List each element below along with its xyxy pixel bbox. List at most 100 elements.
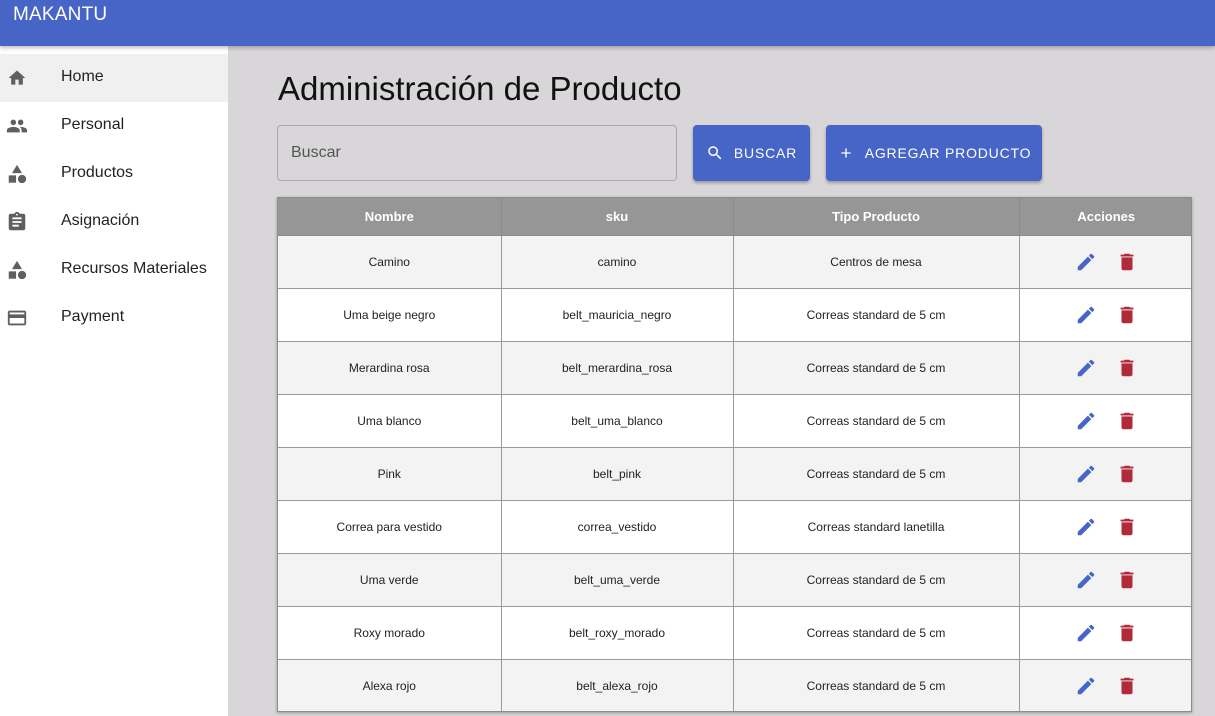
sidebar-item-payment[interactable]: Payment [0,294,228,342]
sidebar-item-label: Recursos Materiales [61,260,207,277]
delete-icon[interactable] [1116,410,1138,432]
cell-nombre: Uma beige negro [278,288,502,342]
cell-sku: belt_uma_verde [501,553,734,607]
add-product-button[interactable]: AGREGAR PRODUCTO [826,125,1042,181]
app-brand: MAKANTU [13,4,108,25]
table-body: Camino camino Centros de mesa Uma beige neg… [278,235,1192,711]
table-row: Pink belt_pink Correas standard de 5 cm [278,447,1192,501]
edit-icon[interactable] [1075,410,1097,432]
column-header-tipo-producto[interactable]: Tipo Producto [733,198,1020,236]
sidebar-item-label: Payment [61,308,125,325]
delete-icon[interactable] [1116,463,1138,485]
app-bar: MAKANTU [0,0,1215,46]
row-actions [1020,675,1192,697]
table-row: Merardina rosa belt_merardina_rosa Correas… [278,341,1192,395]
sidebar-item-productos[interactable]: Productos [0,150,228,198]
cell-tipo-producto: Correas standard de 5 cm [733,659,1020,711]
sidebar-item-home[interactable]: Home [0,54,228,102]
products-table: Nombre sku Tipo Producto Acciones Camino… [277,197,1192,712]
home-icon [6,67,28,89]
table-row: Camino camino Centros de mesa [278,235,1191,289]
table-row: Alexa rojo belt_alexa_rojo Correas standar… [278,659,1192,711]
edit-icon[interactable] [1075,357,1097,379]
cell-tipo-producto: Correas standard de 5 cm [733,606,1020,660]
cell-acciones [1019,606,1192,660]
cell-sku: belt_roxy_morado [501,606,734,660]
cell-tipo-producto: Correas standard de 5 cm [733,447,1020,501]
search-icon [706,144,724,162]
delete-icon[interactable] [1116,251,1138,273]
cell-acciones [1019,394,1192,448]
delete-icon[interactable] [1116,622,1138,644]
table-row: Roxy morado belt_roxy_morado Correas stand… [278,606,1192,660]
sidebar: Home Personal Productos Asignación Recur… [0,46,228,716]
cell-tipo-producto: Correas standard lanetilla [733,500,1020,554]
delete-icon[interactable] [1116,675,1138,697]
cell-sku: belt_pink [501,447,734,501]
cell-nombre: Merardina rosa [278,341,502,395]
row-actions [1020,516,1192,538]
cell-sku: correa_vestido [501,500,734,554]
search-field[interactable] [277,125,677,181]
delete-icon[interactable] [1116,516,1138,538]
category-icon [6,163,28,185]
cell-nombre: Correa para vestido [278,500,502,554]
assignment-icon [6,211,28,233]
table-row: Uma verde belt_uma_verde Correas standard … [278,553,1192,607]
cell-sku: belt_mauricia_negro [501,288,734,342]
row-actions [1020,622,1192,644]
search-input[interactable] [278,126,676,180]
cell-acciones [1019,447,1192,501]
cell-acciones [1019,553,1192,607]
row-actions [1020,410,1192,432]
row-actions [1020,569,1192,591]
edit-icon[interactable] [1075,675,1097,697]
search-button[interactable]: BUSCAR [693,125,810,181]
cell-nombre: Pink [278,447,502,501]
cell-nombre: Uma blanco [278,394,502,448]
search-button-label: BUSCAR [733,145,798,161]
sidebar-item-personal[interactable]: Personal [0,102,228,150]
delete-icon[interactable] [1116,304,1138,326]
cell-tipo-producto: Centros de mesa [733,235,1020,289]
column-header-sku[interactable]: sku [501,198,734,236]
edit-icon[interactable] [1075,622,1097,644]
cell-nombre: Uma verde [278,553,502,607]
sidebar-item-label: Home [61,68,104,85]
cell-sku: belt_merardina_rosa [501,341,734,395]
edit-icon[interactable] [1075,516,1097,538]
column-header-acciones: Acciones [1019,198,1191,236]
table-header-row: Nombre sku Tipo Producto Acciones [278,198,1191,236]
edit-icon[interactable] [1075,304,1097,326]
row-actions [1020,304,1192,326]
column-header-nombre[interactable]: Nombre [278,198,502,236]
table-row: Correa para vestido correa_vestido Correas… [278,500,1192,554]
category-icon [6,259,28,281]
sidebar-item-label: Productos [61,164,134,181]
edit-icon[interactable] [1075,251,1097,273]
row-actions [1020,463,1192,485]
cell-sku: belt_uma_blanco [501,394,734,448]
delete-icon[interactable] [1116,569,1138,591]
cell-tipo-producto: Correas standard de 5 cm [733,288,1020,342]
sidebar-item-asignacion[interactable]: Asignación [0,198,228,246]
cell-acciones [1019,500,1192,554]
credit-card-icon [6,307,28,329]
sidebar-item-label: Asignación [61,212,140,229]
row-actions [1020,357,1192,379]
cell-acciones [1019,235,1191,289]
sidebar-item-recursos-materiales[interactable]: Recursos Materiales [0,246,228,294]
delete-icon[interactable] [1116,357,1138,379]
cell-acciones [1019,659,1192,711]
cell-nombre: Camino [278,235,502,289]
table-row: Uma beige negro belt_mauricia_negro Correa… [278,288,1192,342]
table-row: Uma blanco belt_uma_blanco Correas standar… [278,394,1192,448]
cell-tipo-producto: Correas standard de 5 cm [733,341,1020,395]
cell-acciones [1019,341,1192,395]
cell-tipo-producto: Correas standard de 5 cm [733,394,1020,448]
edit-icon[interactable] [1075,569,1097,591]
edit-icon[interactable] [1075,463,1097,485]
cell-sku: camino [501,235,734,289]
cell-nombre: Alexa rojo [278,659,502,711]
cell-sku: belt_alexa_rojo [501,659,734,711]
